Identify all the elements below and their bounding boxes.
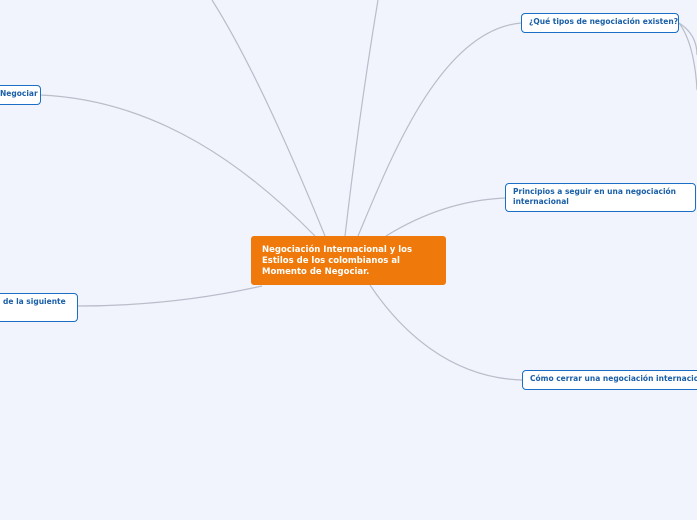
connector-to-tipos	[357, 22, 522, 237]
connector-to-top-left-offscreen	[211, 0, 326, 237]
connector-to-principios	[385, 197, 506, 237]
central-topic-line2: Estilos de los colombianos al	[262, 256, 400, 266]
topic-principios-label-line1: Principios a seguir en una negociación	[513, 187, 677, 196]
topic-left-bottom-label: de la siguiente	[3, 297, 66, 306]
central-topic[interactable]: Negociación Internacional y los Estilos …	[251, 236, 446, 285]
connector-tipos-subtopic-2	[678, 22, 697, 91]
topic-tipos-label: ¿Qué tipos de negociación existen?	[529, 17, 679, 26]
central-topic-line1: Negociación Internacional y los	[262, 245, 413, 255]
topic-left-top-label: Negociar	[0, 89, 38, 98]
topic-cerrar-label: Cómo cerrar una negociación internaciona…	[530, 374, 697, 383]
central-topic-line3: Momento de Negociar.	[262, 267, 370, 277]
topic-tipos-de-negociacion[interactable]: ¿Qué tipos de negociación existen?	[521, 13, 679, 33]
topic-left-top[interactable]: Negociar	[0, 85, 41, 105]
connector-to-cerrar	[369, 284, 523, 381]
topic-principios[interactable]: Principios a seguir en una negociación i…	[505, 183, 696, 212]
topic-cerrar-negociacion[interactable]: Cómo cerrar una negociación internaciona…	[522, 370, 697, 390]
connector-to-left-bottom	[77, 285, 263, 307]
topic-principios-label-line2: internacional	[513, 197, 569, 206]
topic-left-bottom[interactable]: de la siguiente	[0, 293, 78, 322]
